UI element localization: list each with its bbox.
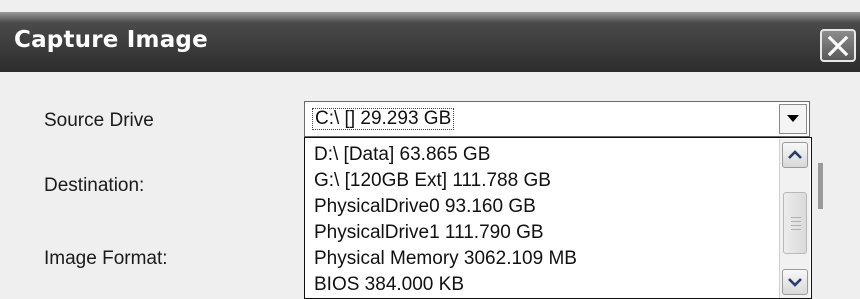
source-drive-dropdown-button[interactable] (779, 104, 807, 134)
scroll-thumb[interactable] (783, 192, 807, 254)
option-item[interactable]: BIOS 384.000 KB (314, 274, 464, 296)
option-item[interactable]: G:\ [120GB Ext] 111.788 GB (314, 170, 551, 192)
chevron-up-icon (788, 150, 802, 159)
source-drive-selected-value: C:\ [] 29.293 GB (312, 108, 455, 130)
option-item[interactable]: D:\ [Data] 63.865 GB (314, 144, 490, 166)
source-drive-options-list[interactable]: D:\ [Data] 63.865 GB G:\ [120GB Ext] 111… (304, 137, 812, 299)
close-button[interactable] (820, 29, 856, 62)
option-item[interactable]: Physical Memory 3062.109 MB (314, 248, 577, 270)
scroll-down-button[interactable] (782, 269, 808, 295)
source-drive-label: Source Drive (44, 110, 154, 131)
close-icon (827, 35, 849, 57)
background-scrollbar-edge (818, 163, 823, 209)
option-item[interactable]: PhysicalDrive1 111.790 GB (314, 222, 544, 244)
source-drive-select[interactable]: C:\ [] 29.293 GB (304, 101, 810, 137)
title-bar: Capture Image (0, 12, 860, 72)
capture-image-dialog: Capture Image Source Drive Destination: … (0, 0, 860, 299)
chevron-down-icon (788, 278, 802, 287)
scroll-up-button[interactable] (782, 142, 808, 168)
chevron-down-icon (787, 115, 799, 122)
options-scrollbar[interactable] (779, 139, 810, 298)
destination-label: Destination: (44, 175, 145, 196)
option-item[interactable]: PhysicalDrive0 93.160 GB (314, 196, 536, 218)
image-format-label: Image Format: (44, 248, 168, 269)
window-title: Capture Image (14, 27, 208, 53)
